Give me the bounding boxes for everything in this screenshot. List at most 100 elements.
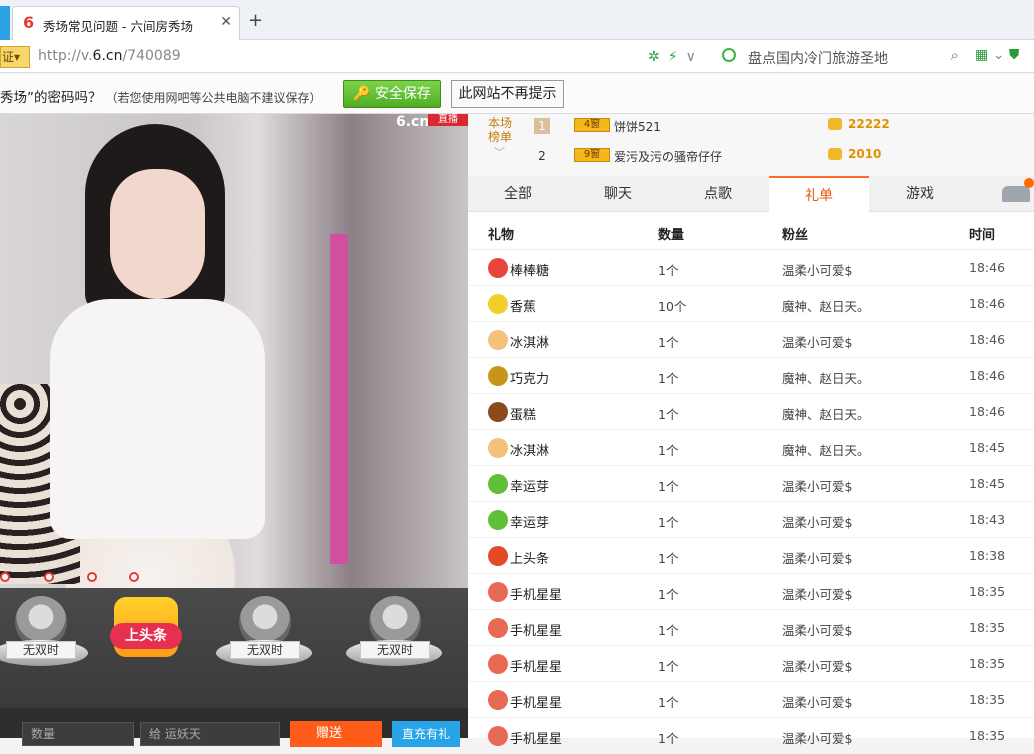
chevron-down-icon[interactable]: ⌄: [993, 47, 1005, 63]
carousel-dot[interactable]: [0, 572, 10, 582]
table-row[interactable]: 上头条 1个 温柔小可爱$ 18:38: [468, 538, 1034, 574]
guest-seat[interactable]: 无双时: [0, 596, 88, 684]
ranking-value: 2010: [848, 147, 882, 161]
quantity-select[interactable]: 数量: [22, 722, 134, 746]
table-row[interactable]: 幸运芽 1个 温柔小可爱$ 18:45: [468, 466, 1034, 502]
gift-time: 18:45: [969, 440, 1006, 455]
gift-name: 幸运芽: [510, 480, 550, 495]
gift-list-header: 礼物 数量 粉丝 时间: [468, 212, 1034, 250]
table-row[interactable]: 手机星星 1个 温柔小可爱$ 18:35: [468, 718, 1034, 754]
table-row[interactable]: 冰淇淋 1个 魔神、赵日天。 18:45: [468, 430, 1034, 466]
fan-name[interactable]: 温柔小可爱$: [782, 620, 852, 639]
tab-all[interactable]: 全部: [468, 176, 568, 212]
security-icon[interactable]: ✲: [648, 49, 660, 65]
fan-name[interactable]: 温柔小可爱$: [782, 548, 852, 567]
carousel-dot[interactable]: [129, 572, 139, 582]
headline-button[interactable]: 上头条: [110, 595, 182, 667]
tab-gifts[interactable]: 礼单: [769, 176, 869, 212]
site-favicon-icon: 6: [23, 13, 35, 32]
browser-tab[interactable]: 6 秀场常见问题 - 六间房秀场 ✕: [12, 6, 240, 40]
header-time: 时间: [969, 228, 996, 243]
table-row[interactable]: 香蕉 10个 魔神、赵日天。 18:46: [468, 286, 1034, 322]
table-row[interactable]: 棒棒糖 1个 温柔小可爱$ 18:46: [468, 250, 1034, 286]
tab-songs[interactable]: 点歌: [668, 176, 768, 212]
tab-games[interactable]: 游戏: [870, 176, 970, 212]
send-gift-button[interactable]: 赠送: [290, 721, 382, 747]
gift-name: 幸运芽: [510, 516, 550, 531]
gift-time: 18:46: [969, 332, 1006, 347]
gift-icon: [488, 726, 508, 746]
carousel-dot[interactable]: [44, 572, 54, 582]
apps-grid-icon[interactable]: ▦: [975, 47, 988, 63]
table-row[interactable]: 巧克力 1个 魔神、赵日天。 18:46: [468, 358, 1034, 394]
ranking-name: 饼饼521: [614, 120, 661, 134]
fan-name[interactable]: 温柔小可爱$: [782, 692, 852, 711]
car-icon[interactable]: [1002, 186, 1030, 202]
fan-name[interactable]: 温柔小可爱$: [782, 512, 852, 531]
table-row[interactable]: 手机星星 1个 温柔小可爱$ 18:35: [468, 610, 1034, 646]
table-row[interactable]: 手机星星 1个 温柔小可爱$ 18:35: [468, 682, 1034, 718]
guest-seat[interactable]: 无双时: [346, 596, 442, 684]
certificate-badge[interactable]: 证▾: [0, 46, 30, 68]
search-input[interactable]: 盘点国内冷门旅游圣地: [748, 48, 888, 68]
header-gift: 礼物: [488, 228, 515, 243]
fan-name[interactable]: 温柔小可爱$: [782, 584, 852, 603]
search-box[interactable]: 盘点国内冷门旅游圣地 ⌕: [718, 46, 963, 68]
header-qty: 数量: [658, 228, 685, 243]
ranking-row[interactable]: 1 4窗 饼饼521 22222: [534, 117, 1014, 137]
ranking-board: 本场榜单 ﹀ 1 4窗 饼饼521 22222 2 9窗 爱污及污の骚帝仔仔 2…: [468, 114, 1034, 176]
gift-icon: [488, 330, 508, 350]
never-for-this-site-button[interactable]: 此网站不再提示: [451, 80, 564, 108]
table-row[interactable]: 幸运芽 1个 温柔小可爱$ 18:43: [468, 502, 1034, 538]
recharge-button[interactable]: 直充有礼: [392, 721, 460, 747]
chevron-down-icon[interactable]: ﹀: [494, 144, 505, 160]
ranking-label: 本场榜单: [488, 116, 513, 144]
rank-number: 2: [538, 149, 546, 163]
new-tab-button[interactable]: +: [248, 10, 263, 31]
fan-name[interactable]: 魔神、赵日天。: [782, 296, 870, 315]
seat-name: 无双时: [6, 641, 76, 659]
url-field[interactable]: http://v.6.cn/740089: [38, 48, 181, 64]
secure-save-button[interactable]: 🔑 安全保存: [343, 80, 441, 108]
table-row[interactable]: 手机星星 1个 温柔小可爱$ 18:35: [468, 646, 1034, 682]
table-row[interactable]: 蛋糕 1个 魔神、赵日天。 18:46: [468, 394, 1034, 430]
table-row[interactable]: 冰淇淋 1个 温柔小可爱$ 18:46: [468, 322, 1034, 358]
gift-time: 18:38: [969, 548, 1006, 563]
search-icon[interactable]: ⌕: [951, 46, 959, 64]
shield-icon[interactable]: ⛊: [1009, 47, 1020, 63]
guest-seat[interactable]: 无双时: [216, 596, 312, 684]
fan-name[interactable]: 魔神、赵日天。: [782, 440, 870, 459]
gift-time: 18:46: [969, 260, 1006, 275]
fan-name[interactable]: 温柔小可爱$: [782, 332, 852, 351]
gift-time: 18:46: [969, 368, 1006, 383]
fan-name[interactable]: 魔神、赵日天。: [782, 368, 870, 387]
previous-tab[interactable]: [0, 6, 10, 40]
rank-number: 1: [534, 118, 550, 134]
key-icon: 🔑: [353, 86, 371, 102]
gift-qty: 1个: [658, 551, 679, 566]
gift-name: 巧克力: [510, 372, 550, 387]
recipient-select[interactable]: 给 运妖天: [140, 722, 280, 746]
fan-name[interactable]: 魔神、赵日天。: [782, 404, 870, 423]
fan-name[interactable]: 温柔小可爱$: [782, 476, 852, 495]
gift-qty: 1个: [658, 515, 679, 530]
streamer-dress: [50, 299, 265, 539]
gift-qty: 1个: [658, 443, 679, 458]
fan-name[interactable]: 温柔小可爱$: [782, 656, 852, 675]
gift-icon: [488, 294, 508, 314]
speed-mode-icon[interactable]: ⚡: [668, 49, 678, 65]
gift-icon: [488, 438, 508, 458]
gift-qty: 1个: [658, 371, 679, 386]
carousel-dot[interactable]: [87, 572, 97, 582]
tab-chat[interactable]: 聊天: [568, 176, 668, 212]
fan-name[interactable]: 温柔小可爱$: [782, 260, 852, 279]
gift-icon: [488, 654, 508, 674]
chevron-down-icon[interactable]: ∨: [686, 49, 696, 65]
level-badge: 9窗: [574, 148, 610, 162]
live-video[interactable]: 6.cn 直播: [0, 114, 468, 588]
table-row[interactable]: 手机星星 1个 温柔小可爱$ 18:35: [468, 574, 1034, 610]
ranking-row[interactable]: 2 9窗 爱污及污の骚帝仔仔 2010: [534, 147, 1014, 167]
guest-seats-bar: 无双时 无双时 无双时: [0, 588, 468, 708]
close-tab-icon[interactable]: ✕: [220, 14, 232, 30]
gift-controls: 数量 给 运妖天 赠送 直充有礼: [0, 708, 468, 747]
